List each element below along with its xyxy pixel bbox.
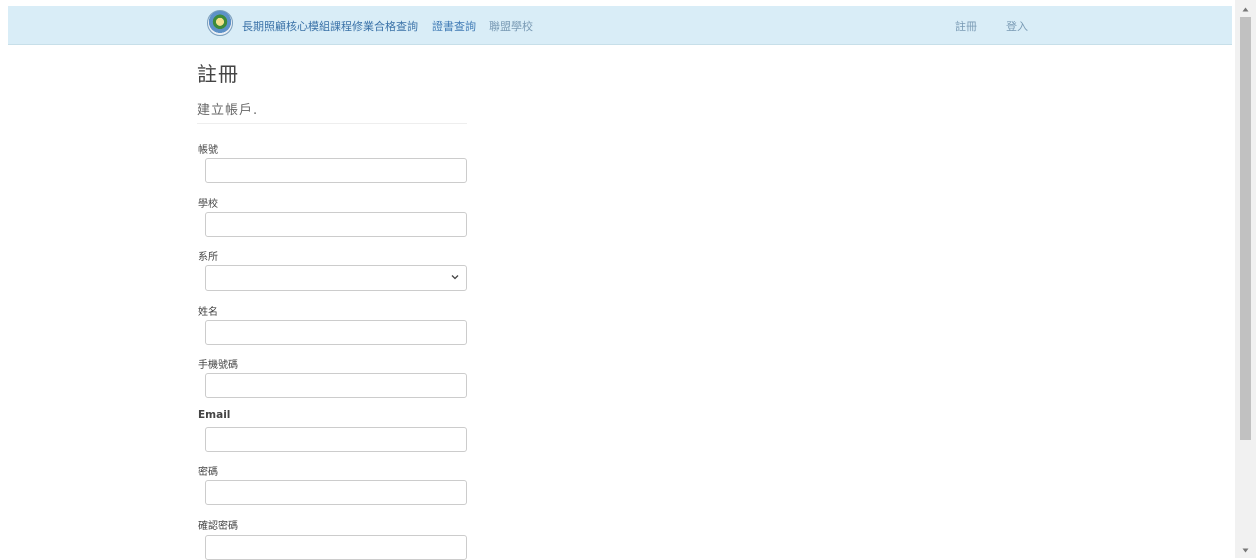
- school-label: 學校: [198, 199, 218, 210]
- nav-register[interactable]: 註冊: [955, 18, 977, 34]
- scroll-up-arrow-icon[interactable]: [1241, 5, 1250, 14]
- scrollbar-thumb[interactable]: [1240, 17, 1251, 440]
- brand-link[interactable]: 長期照顧核心模組課程修業合格查詢: [242, 18, 418, 34]
- email-input[interactable]: [205, 427, 467, 452]
- department-label: 系所: [198, 252, 218, 263]
- divider: [197, 123, 467, 124]
- email-label: Email: [198, 409, 231, 421]
- chevron-down-icon: [451, 275, 459, 280]
- department-select[interactable]: [205, 265, 467, 291]
- name-input[interactable]: [205, 320, 467, 345]
- school-input[interactable]: [205, 212, 467, 237]
- nav-login[interactable]: 登入: [1006, 18, 1028, 34]
- account-input[interactable]: [205, 158, 467, 183]
- name-label: 姓名: [198, 307, 218, 318]
- nav-partner-schools[interactable]: 聯盟學校: [489, 18, 533, 34]
- password-label: 密碼: [198, 467, 218, 478]
- confirm-password-input[interactable]: [205, 535, 467, 560]
- phone-label: 手機號碼: [198, 360, 238, 371]
- scroll-down-arrow-icon[interactable]: [1241, 546, 1250, 555]
- page-subtitle: 建立帳戶.: [197, 103, 259, 118]
- phone-input[interactable]: [205, 373, 467, 398]
- top-navbar: 長期照顧核心模組課程修業合格查詢 證書查詢 聯盟學校 註冊 登入: [8, 6, 1232, 45]
- password-input[interactable]: [205, 480, 467, 505]
- account-label: 帳號: [198, 145, 218, 156]
- nav-certificate-query[interactable]: 證書查詢: [432, 18, 476, 34]
- page-title: 註冊: [197, 62, 239, 86]
- emblem-logo-icon[interactable]: [207, 10, 233, 36]
- confirm-password-label: 確認密碼: [198, 521, 238, 532]
- vertical-scrollbar[interactable]: [1235, 0, 1256, 558]
